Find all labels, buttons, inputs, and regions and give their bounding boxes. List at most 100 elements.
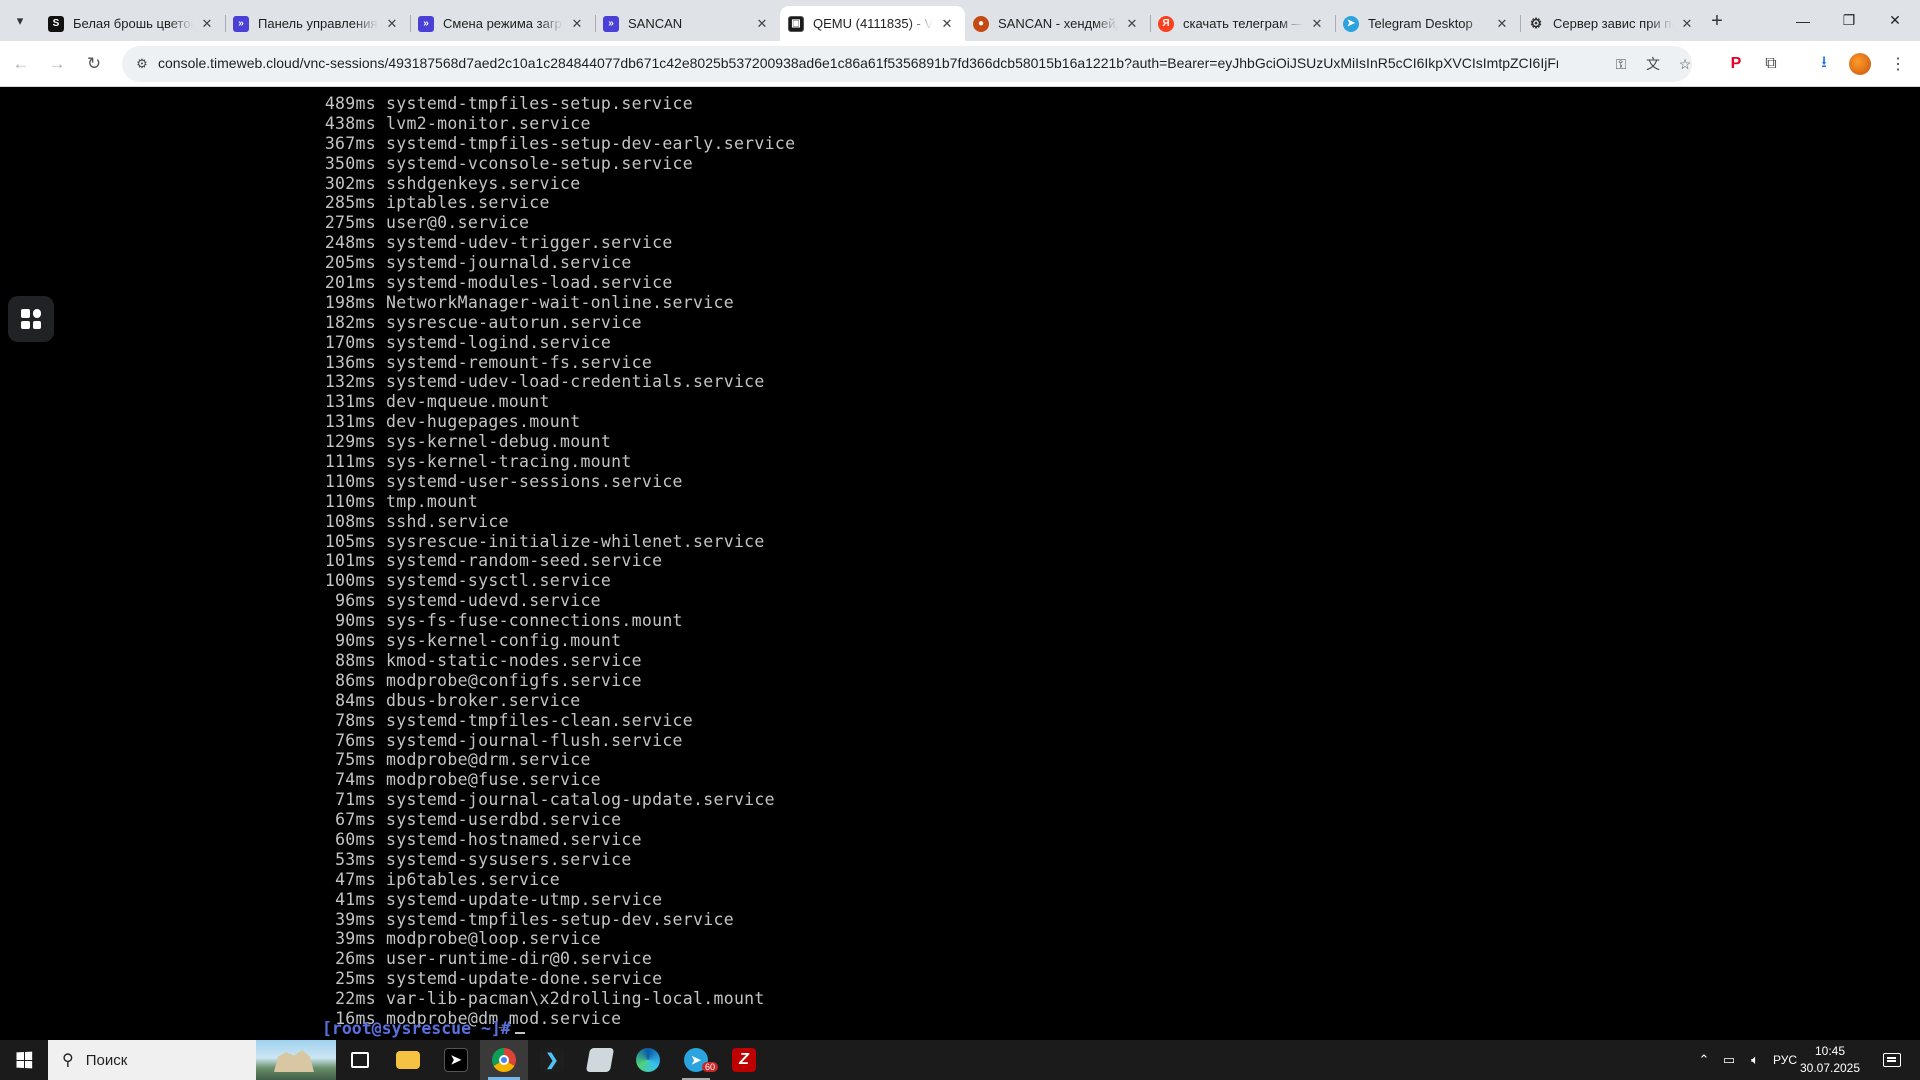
address-bar[interactable]: ⚙ console.timeweb.cloud/vnc-sessions/493…: [122, 46, 1692, 82]
browser-tab[interactable]: ⚙ Сервер завис при перезагрузке ✕: [1520, 6, 1705, 41]
profile-avatar[interactable]: [1847, 51, 1873, 77]
action-center-button[interactable]: [1872, 1040, 1912, 1080]
telegram-unread-badge: 60: [702, 1062, 719, 1072]
forward-arrow-icon[interactable]: →: [43, 50, 71, 78]
browser-tab[interactable]: S Белая брошь цветок ✕: [40, 6, 225, 41]
filezilla-button[interactable]: Z: [720, 1040, 768, 1080]
tab-close-icon[interactable]: ✕: [754, 16, 770, 32]
unit-name: systemd-sysctl.service: [386, 571, 612, 591]
unit-name: modprobe@fuse.service: [386, 770, 601, 790]
new-tab-button[interactable]: +: [1704, 8, 1730, 34]
tab-close-icon[interactable]: ✕: [939, 16, 955, 32]
bookmark-star-icon[interactable]: ☆: [1674, 53, 1696, 75]
unit-name: sys-fs-fuse-connections.mount: [386, 611, 683, 631]
boot-time-line: 25ms systemd-update-done.service: [322, 969, 795, 989]
boot-time-line: 131ms dev-hugepages.mount: [322, 412, 795, 432]
task-view-button[interactable]: [336, 1040, 384, 1080]
taskbar-search-box[interactable]: ⚲ Поиск: [48, 1040, 336, 1080]
edge-button[interactable]: [624, 1040, 672, 1080]
vnc-console[interactable]: 489ms systemd-tmpfiles-setup.service 438ms…: [0, 88, 1920, 1040]
pinterest-extension-icon[interactable]: P: [1723, 51, 1749, 77]
boot-time-line: 438ms lvm2-monitor.service: [322, 114, 795, 134]
search-icon: ⚲: [62, 1052, 74, 1069]
boot-time-line: 275ms user@0.service: [322, 213, 795, 233]
tab-close-icon[interactable]: ✕: [1309, 16, 1325, 32]
tab-title: Смена режима загрузки: [443, 16, 563, 31]
boot-time-value: 367ms: [324, 133, 376, 153]
tab-close-icon[interactable]: ✕: [569, 16, 585, 32]
unit-name: systemd-vconsole-setup.service: [386, 153, 694, 173]
boot-time-value: 131ms: [324, 392, 376, 412]
boot-time-line: 136ms systemd-remount-fs.service: [322, 353, 795, 373]
unit-name: systemd-user-sessions.service: [386, 471, 683, 491]
boot-time-value: 47ms: [335, 869, 376, 889]
unit-name: systemd-random-seed.service: [386, 551, 663, 571]
telegram-taskbar-button[interactable]: ➤ 60: [672, 1040, 720, 1080]
vnc-menu-button[interactable]: [8, 296, 54, 342]
boot-time-value: 205ms: [324, 253, 376, 273]
tab-title: Telegram Desktop: [1368, 16, 1473, 31]
url-text[interactable]: console.timeweb.cloud/vnc-sessions/49318…: [158, 55, 1558, 71]
boot-time-line: 100ms systemd-sysctl.service: [322, 571, 795, 591]
volume-icon[interactable]: 🔈︎: [1742, 1040, 1768, 1080]
extensions-puzzle-icon[interactable]: ⧉: [1758, 51, 1784, 77]
network-icon[interactable]: ▭: [1716, 1040, 1742, 1080]
boot-time-value: 170ms: [324, 332, 376, 352]
reload-icon[interactable]: ↻: [80, 50, 108, 78]
close-window-button[interactable]: ✕: [1872, 0, 1918, 41]
unit-name: systemd-journal-catalog-update.service: [386, 790, 775, 810]
browser-tab[interactable]: ▣ QEMU (4111835) - VNC ✕: [780, 6, 965, 41]
start-button[interactable]: [0, 1040, 48, 1080]
boot-time-line: 132ms systemd-udev-load-credentials.servi…: [322, 372, 795, 392]
boot-time-value: 302ms: [324, 173, 376, 193]
browser-menu-icon[interactable]: ⋮: [1885, 51, 1911, 77]
boot-time-value: 105ms: [324, 531, 376, 551]
boot-time-value: 86ms: [335, 670, 376, 690]
tray-overflow-chevron-icon[interactable]: ⌃: [1692, 1040, 1716, 1080]
tab-favicon-icon: »: [418, 15, 434, 32]
tab-title: SANCAN - хендмейд: [998, 16, 1118, 31]
unit-name: systemd-hostnamed.service: [386, 829, 642, 849]
browser-tab[interactable]: Яскачать телеграм — Яндекс ✕: [1150, 6, 1335, 41]
unit-name: systemd-remount-fs.service: [386, 352, 653, 372]
browser-tab[interactable]: » Смена режима загрузки ✕: [410, 6, 595, 41]
edge-icon: [636, 1048, 660, 1072]
unit-name: systemd-journal-flush.service: [386, 730, 683, 750]
unit-name: sshdgenkeys.service: [386, 173, 581, 193]
translate-icon[interactable]: 文: [1642, 53, 1664, 75]
tab-close-icon[interactable]: ✕: [1494, 16, 1510, 32]
terminal-app-button[interactable]: ❯: [528, 1040, 576, 1080]
back-arrow-icon[interactable]: ←: [7, 50, 35, 78]
tab-search-chevron-icon[interactable]: ▾: [8, 9, 32, 33]
taskbar-clock[interactable]: 10:45 30.07.2025: [1790, 1043, 1870, 1077]
unit-name: kmod-static-nodes.service: [386, 650, 642, 670]
minimize-button[interactable]: —: [1780, 0, 1826, 41]
browser-tab[interactable]: ➤ Telegram Desktop ✕: [1335, 6, 1520, 41]
site-info-icon[interactable]: ⚙: [132, 54, 152, 74]
password-key-icon[interactable]: ⚿: [1610, 53, 1632, 75]
notes-app-button[interactable]: [576, 1040, 624, 1080]
app-button-dark[interactable]: ➤: [432, 1040, 480, 1080]
boot-time-line: 182ms sysrescue-autorun.service: [322, 313, 795, 333]
boot-time-line: 75ms modprobe@drm.service: [322, 750, 795, 770]
browser-tab[interactable]: » SANCAN ✕: [595, 6, 780, 41]
browser-tab[interactable]: » Панель управления ✕: [225, 6, 410, 41]
chrome-taskbar-button[interactable]: [480, 1040, 528, 1080]
boot-time-value: 78ms: [335, 710, 376, 730]
unit-name: sysrescue-autorun.service: [386, 312, 642, 332]
filezilla-icon: Z: [732, 1048, 756, 1072]
boot-time-line: 90ms sys-fs-fuse-connections.mount: [322, 611, 795, 631]
tab-close-icon[interactable]: ✕: [1124, 16, 1140, 32]
browser-tab[interactable]: ● SANCAN - хендмейд ✕: [965, 6, 1150, 41]
unit-name: modprobe@drm.service: [386, 750, 591, 770]
boot-time-value: 201ms: [324, 273, 376, 293]
boot-time-list: 489ms systemd-tmpfiles-setup.service 438ms…: [322, 94, 795, 1029]
file-explorer-button[interactable]: [384, 1040, 432, 1080]
downloads-icon[interactable]: ⭳: [1811, 51, 1837, 77]
boot-time-value: 88ms: [335, 650, 376, 670]
boot-time-value: 275ms: [324, 213, 376, 233]
tab-close-icon[interactable]: ✕: [1679, 16, 1695, 32]
tab-close-icon[interactable]: ✕: [384, 16, 400, 32]
restore-button[interactable]: ❐: [1826, 0, 1872, 41]
tab-close-icon[interactable]: ✕: [199, 16, 215, 32]
